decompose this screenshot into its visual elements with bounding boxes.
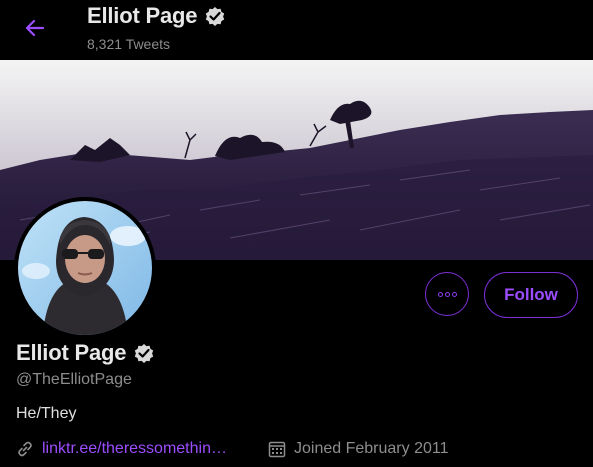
more-options-icon-dot bbox=[444, 291, 450, 297]
verified-badge-icon bbox=[206, 7, 225, 26]
back-button[interactable] bbox=[22, 15, 48, 41]
tweet-count: 8,321 Tweets bbox=[87, 36, 171, 52]
profile-name-row: Elliot Page bbox=[16, 340, 156, 366]
profile-meta: linktr.ee/theressomethin… Joined Februar… bbox=[16, 440, 448, 458]
verified-badge-icon bbox=[135, 344, 154, 363]
joined-date: Joined February 2011 bbox=[294, 440, 449, 457]
arrow-left-icon bbox=[25, 19, 45, 37]
profile-bio: He/They bbox=[16, 405, 77, 422]
header-name: Elliot Page bbox=[87, 3, 198, 28]
avatar[interactable] bbox=[14, 197, 156, 339]
more-options-icon bbox=[437, 291, 443, 297]
top-bar: Elliot Page 8,321 Tweets bbox=[0, 0, 593, 60]
link-icon bbox=[16, 440, 34, 458]
header-title-row: Elliot Page bbox=[87, 3, 227, 29]
more-options-button[interactable] bbox=[425, 272, 469, 316]
follow-button[interactable]: Follow bbox=[484, 272, 578, 318]
profile-name: Elliot Page bbox=[16, 340, 127, 365]
profile-link[interactable]: linktr.ee/theressomethin… bbox=[42, 440, 254, 458]
calendar-icon bbox=[268, 440, 286, 458]
more-options-icon-dot bbox=[451, 291, 457, 297]
profile-handle: @TheElliotPage bbox=[16, 371, 132, 388]
avatar-image bbox=[18, 201, 152, 335]
